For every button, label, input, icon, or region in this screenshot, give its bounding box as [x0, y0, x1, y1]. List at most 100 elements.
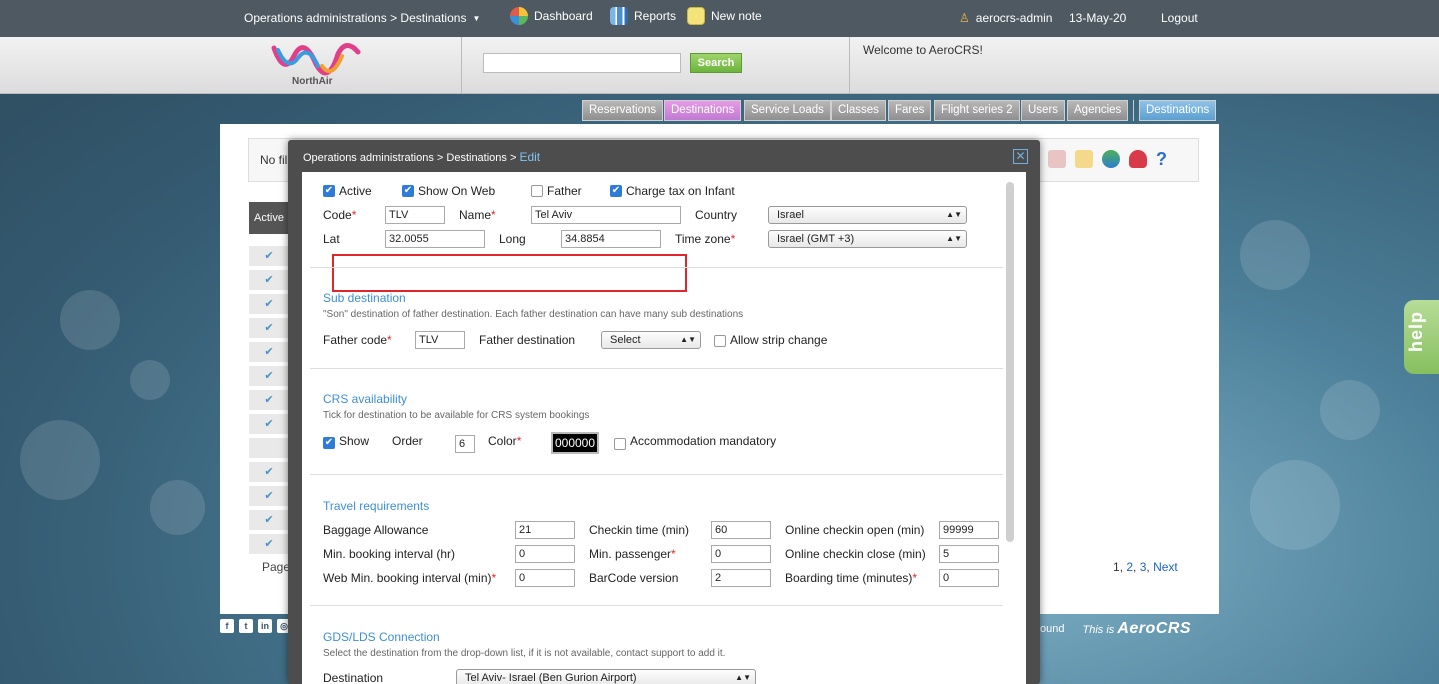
edit-destination-modal: Operations administrations > Destination… [288, 140, 1040, 684]
tab-flight-series-2[interactable]: Flight series 2 [934, 100, 1020, 121]
row-active-check: ✔ [249, 366, 289, 386]
father-destination-select[interactable]: Select ▲▼ [601, 331, 701, 349]
tab-reservations[interactable]: Reservations [582, 100, 664, 121]
web-min-booking-interval-input[interactable]: 0 [515, 569, 575, 587]
facebook-icon[interactable]: f [220, 619, 234, 633]
section-divider [310, 267, 1003, 268]
tab-destinations-current[interactable]: Destinations [1139, 100, 1217, 121]
allow-strip-change-checkbox[interactable] [714, 335, 726, 347]
logo-wave-icon [271, 43, 361, 76]
order-input[interactable]: 6 [455, 435, 475, 453]
gds-destination-select[interactable]: Tel Aviv- Israel (Ben Gurion Airport) ▲▼ [456, 669, 756, 684]
close-icon[interactable]: ✕ [1013, 149, 1028, 164]
filter-label: No fil [260, 153, 288, 167]
min-passenger-input[interactable]: 0 [711, 545, 771, 563]
dashboard-icon [510, 7, 528, 25]
help-tab[interactable]: help [1404, 300, 1439, 374]
online-checkin-open-input[interactable]: 99999 [939, 521, 999, 539]
next-page-link[interactable]: Next [1153, 560, 1178, 574]
breadcrumb-menu[interactable]: Operations administrations > Destination… [244, 11, 480, 25]
crs-show-checkbox[interactable]: ✔ [323, 437, 335, 449]
new-note-link[interactable]: New note [687, 7, 762, 25]
color-label: Color* [488, 434, 522, 448]
min-booking-interval-input[interactable]: 0 [515, 545, 575, 563]
page-label: Page [262, 560, 291, 574]
show-on-web-checkbox[interactable]: ✔ [402, 185, 414, 197]
code-label: Code* [323, 208, 357, 222]
online-checkin-close-input[interactable]: 5 [939, 545, 999, 563]
code-input[interactable]: TLV [385, 206, 445, 224]
page-2-link[interactable]: 2 [1126, 560, 1133, 574]
sub-destination-title: Sub destination [323, 291, 406, 305]
twitter-icon[interactable]: t [239, 619, 253, 633]
long-input[interactable]: 34.8854 [561, 230, 661, 248]
tab-agencies[interactable]: Agencies [1067, 100, 1129, 121]
active-checkbox[interactable]: ✔ [323, 185, 335, 197]
accommodation-mandatory-label: Accommodation mandatory [630, 434, 777, 448]
father-checkbox[interactable] [531, 185, 543, 197]
name-input[interactable]: Tel Aviv [531, 206, 681, 224]
row-active-check: ✔ [249, 534, 289, 554]
mail-icon[interactable] [1075, 150, 1093, 168]
timezone-select[interactable]: Israel (GMT +3) ▲▼ [768, 230, 967, 248]
reports-link[interactable]: Reports [610, 7, 676, 25]
user-menu[interactable]: ♙ aerocrs-admin [959, 11, 1052, 25]
row-active-check: ✔ [249, 462, 289, 482]
color-input[interactable]: 000000 [551, 432, 599, 454]
welcome-message: Welcome to AeroCRS! [863, 43, 983, 57]
crs-availability-desc: Tick for destination to be available for… [323, 410, 590, 421]
country-select[interactable]: Israel ▲▼ [768, 206, 967, 224]
header-band: NorthAir Search Welcome to AeroCRS! [0, 37, 1439, 94]
refresh-icon[interactable] [1102, 150, 1120, 168]
baggage-allowance-input[interactable]: 21 [515, 521, 575, 539]
search-input[interactable] [483, 53, 681, 73]
father-destination-label: Father destination [479, 333, 576, 347]
boarding-time-input[interactable]: 0 [939, 569, 999, 587]
checkin-time-input[interactable]: 60 [711, 521, 771, 539]
tab-classes[interactable]: Classes [831, 100, 886, 121]
barcode-version-input[interactable]: 2 [711, 569, 771, 587]
modal-scrollbar[interactable] [1006, 182, 1014, 542]
long-label: Long [499, 232, 526, 246]
tab-users[interactable]: Users [1021, 100, 1066, 121]
current-date: 13-May-20 [1069, 11, 1127, 25]
modal-title: Operations administrations > Destination… [303, 150, 540, 164]
crs-availability-title: CRS availability [323, 392, 408, 406]
section-divider [310, 474, 1003, 475]
tab-service-loads[interactable]: Service Loads [744, 100, 831, 121]
linkedin-icon[interactable]: in [258, 619, 272, 633]
pdf-icon[interactable] [1048, 150, 1066, 168]
page-1[interactable]: 1 [1113, 560, 1120, 574]
lat-input[interactable]: 32.0055 [385, 230, 485, 248]
footer-brand: ound This is AeroCRS [1040, 620, 1191, 638]
tab-destinations[interactable]: Destinations [664, 100, 742, 121]
logout-link[interactable]: Logout [1161, 11, 1198, 25]
min-passenger-label: Min. passenger* [589, 547, 676, 561]
search-button[interactable]: Search [690, 53, 742, 73]
help-label: help [1406, 310, 1426, 352]
accommodation-mandatory-checkbox[interactable] [614, 438, 626, 450]
crs-show-label: Show [339, 434, 370, 448]
father-code-input[interactable]: TLV [415, 331, 465, 349]
note-icon [687, 7, 705, 25]
row-active-check: ✔ [249, 390, 289, 410]
tab-fares[interactable]: Fares [888, 100, 932, 121]
heart-icon[interactable] [1129, 150, 1147, 168]
background-bubble [150, 480, 205, 535]
top-bar: Operations administrations > Destination… [0, 0, 1439, 37]
logo-text: NorthAir [292, 76, 333, 87]
charge-tax-infant-checkbox[interactable]: ✔ [610, 185, 622, 197]
page-3-link[interactable]: 3 [1140, 560, 1147, 574]
online-checkin-open-label: Online checkin open (min) [785, 523, 925, 537]
checkin-time-label: Checkin time (min) [589, 523, 690, 537]
background-bubble [60, 290, 120, 350]
column-header-active[interactable]: Active [249, 202, 289, 234]
dashboard-link[interactable]: Dashboard [510, 7, 593, 25]
background-bubble [1250, 460, 1340, 550]
gds-connection-title: GDS/LDS Connection [323, 630, 440, 644]
help-question-icon[interactable]: ? [1156, 150, 1174, 168]
background-bubble [130, 360, 170, 400]
lat-label: Lat [323, 232, 340, 246]
gds-connection-desc: Select the destination from the drop-dow… [323, 648, 726, 659]
row-active-check: ✔ [249, 486, 289, 506]
